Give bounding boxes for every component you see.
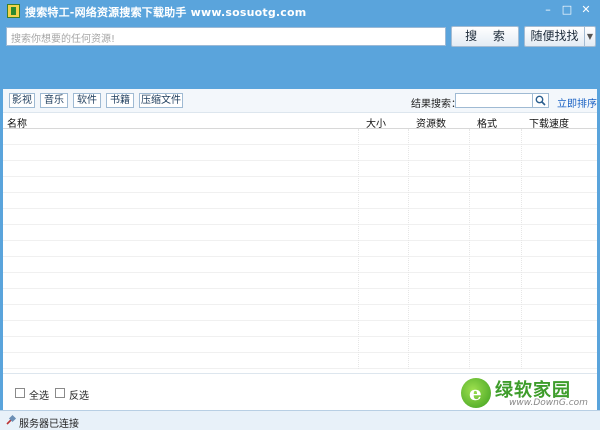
sort-now-link[interactable]: 立即排序 [557, 95, 597, 110]
app-window: 搜索特工-网络资源搜索下载助手 www.sosuotg.com – □ ✕ 搜索… [0, 0, 600, 430]
results-table-header: 名称 大小 资源数 格式 下载速度 [3, 113, 597, 130]
column-header-resource-count[interactable]: 资源数 [416, 115, 446, 130]
column-divider [521, 129, 522, 369]
leaf-logo-icon [461, 378, 491, 408]
column-header-size[interactable]: 大小 [366, 115, 386, 130]
category-software-button[interactable]: 软件 [73, 93, 101, 108]
select-all-checkbox[interactable] [15, 388, 25, 398]
invert-select-label[interactable]: 反选 [69, 387, 89, 402]
column-header-download-speed[interactable]: 下载速度 [529, 115, 569, 130]
random-find-button[interactable]: 随便找找 [524, 26, 584, 47]
invert-select-checkbox[interactable] [55, 388, 65, 398]
column-divider [408, 129, 409, 369]
category-video-button[interactable]: 影视 [9, 93, 35, 108]
app-logo-icon [7, 4, 20, 18]
result-search-input[interactable] [455, 93, 533, 108]
plug-icon [5, 414, 17, 426]
selection-bar: 全选 反选 绿软家园 www.DownG.com [3, 373, 597, 410]
column-header-name[interactable]: 名称 [7, 115, 27, 130]
select-all-label[interactable]: 全选 [29, 387, 49, 402]
title-bar: 搜索特工-网络资源搜索下载助手 www.sosuotg.com – □ ✕ [0, 0, 600, 22]
results-table-body[interactable] [3, 129, 597, 369]
magnifier-icon[interactable] [533, 93, 549, 108]
category-toolbar: 影视 音乐 软件 书籍 压缩文件 结果搜索： 立即排序 [3, 89, 597, 113]
maximize-button[interactable]: □ [559, 4, 575, 16]
category-music-button[interactable]: 音乐 [40, 93, 68, 108]
column-divider [358, 129, 359, 369]
watermark-url: www.DownG.com [509, 398, 588, 408]
minimize-button[interactable]: – [540, 4, 556, 16]
result-search-label: 结果搜索： [411, 99, 461, 110]
search-input[interactable]: 搜索你想要的任何资源! [6, 27, 446, 46]
column-header-format[interactable]: 格式 [477, 115, 497, 130]
category-archives-button[interactable]: 压缩文件 [139, 93, 183, 108]
connection-status: 服务器已连接 [19, 419, 79, 430]
watermark-logo: 绿软家园 www.DownG.com [461, 376, 591, 410]
search-button[interactable]: 搜 索 [451, 26, 519, 47]
window-title: 搜索特工-网络资源搜索下载助手 www.sosuotg.com [25, 6, 307, 19]
chevron-down-icon[interactable]: ▼ [584, 26, 596, 47]
results-panel: 影视 音乐 软件 书籍 压缩文件 结果搜索： 立即排序 名称 大小 资源数 格式… [3, 89, 597, 410]
close-button[interactable]: ✕ [578, 4, 594, 16]
category-books-button[interactable]: 书籍 [106, 93, 134, 108]
column-divider [469, 129, 470, 369]
status-bar: 服务器已连接 [0, 410, 600, 430]
